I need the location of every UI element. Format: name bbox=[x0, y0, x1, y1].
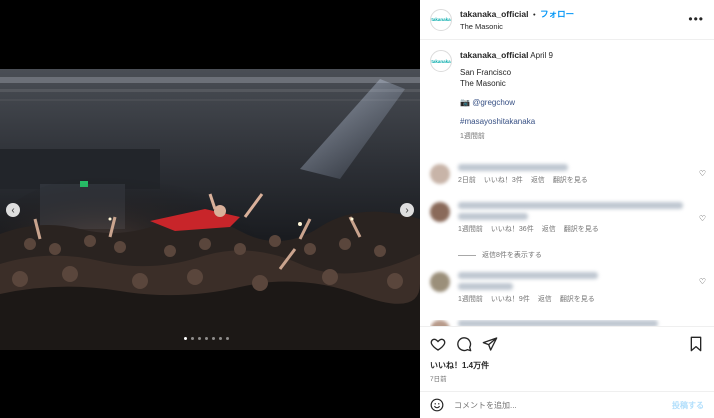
comment-likes[interactable]: いいね！36件 bbox=[491, 224, 534, 234]
comment-meta: 1週間前 いいね！9件 返信 翻訳を見る bbox=[458, 294, 688, 304]
comment-text-blurred bbox=[458, 272, 598, 279]
comment-meta: 1週間前 いいね！36件 返信 翻訳を見る bbox=[458, 224, 688, 234]
reply-button[interactable]: 返信 bbox=[542, 224, 556, 234]
comment-age: 1週間前 bbox=[458, 296, 483, 303]
share-icon[interactable] bbox=[482, 336, 498, 352]
camera-icon: 📷 bbox=[460, 98, 470, 107]
more-options-icon[interactable]: ••• bbox=[688, 12, 704, 26]
comment-text-blurred bbox=[458, 164, 568, 171]
comment-input[interactable] bbox=[452, 399, 656, 411]
carousel-dot bbox=[226, 337, 229, 340]
comment-item: 1週間前 いいね！36件 返信 翻訳を見る ♡ bbox=[430, 202, 706, 234]
credit-mention-link[interactable]: @gregchow bbox=[472, 98, 515, 107]
carousel-next-button[interactable]: › bbox=[400, 203, 414, 217]
view-replies-label: 返信8件を表示する bbox=[482, 252, 542, 259]
heart-icon[interactable] bbox=[430, 336, 446, 352]
carousel-dot bbox=[219, 337, 222, 340]
avatar-logo-text: takanaka bbox=[431, 17, 451, 22]
caption-date: April 9 bbox=[530, 51, 553, 60]
view-replies-button[interactable]: 返信8件を表示する bbox=[458, 250, 542, 260]
post-side-panel: takanaka takanaka_official • フォロー The Ma… bbox=[420, 0, 714, 418]
replies-line bbox=[458, 254, 476, 256]
caption-line-1: San Francisco bbox=[460, 68, 512, 77]
translate-button[interactable]: 翻訳を見る bbox=[564, 224, 599, 234]
caption-avatar[interactable]: takanaka bbox=[430, 50, 452, 72]
header-names: takanaka_official • フォロー The Masonic bbox=[460, 7, 574, 33]
carousel-dot bbox=[198, 337, 201, 340]
comment-box: 投稿する bbox=[420, 391, 714, 418]
comment-item: 1週間前 いいね！9件 返信 翻訳を見る ♡ bbox=[430, 272, 706, 304]
hashtag-link[interactable]: #masayoshitakanaka bbox=[460, 116, 553, 127]
commenter-avatar[interactable] bbox=[430, 272, 450, 292]
post-comment-button[interactable]: 投稿する bbox=[672, 400, 704, 411]
separator-dot: • bbox=[532, 9, 536, 19]
comment-age: 2日前 bbox=[458, 177, 476, 184]
concert-photo bbox=[0, 69, 420, 350]
avatar-logo-text: takanaka bbox=[431, 58, 451, 64]
caption-age: 1週間前 bbox=[460, 133, 485, 140]
smiley-icon[interactable] bbox=[430, 398, 444, 412]
comment-text-blurred bbox=[458, 283, 513, 290]
comment-like-heart-icon[interactable]: ♡ bbox=[699, 169, 706, 178]
comment-icon[interactable] bbox=[456, 336, 472, 352]
caption-body: takanaka_official April 9 San Francisco … bbox=[460, 50, 553, 142]
post-header: takanaka takanaka_official • フォロー The Ma… bbox=[420, 0, 714, 40]
location-link[interactable]: The Masonic bbox=[460, 21, 574, 33]
commenter-avatar[interactable] bbox=[430, 164, 450, 184]
translate-button[interactable]: 翻訳を見る bbox=[560, 294, 595, 304]
comment-age: 1週間前 bbox=[458, 226, 483, 233]
commenter-avatar[interactable] bbox=[430, 202, 450, 222]
carousel-dot bbox=[205, 337, 208, 340]
reply-button[interactable]: 返信 bbox=[531, 175, 545, 185]
comment-text-blurred bbox=[458, 202, 683, 209]
comment-likes[interactable]: いいね！3件 bbox=[484, 175, 523, 185]
reply-button[interactable]: 返信 bbox=[538, 294, 552, 304]
comment-meta: 2日前 いいね！3件 返信 翻訳を見る bbox=[458, 175, 688, 185]
author-username[interactable]: takanaka_official bbox=[460, 9, 529, 19]
carousel-indicator bbox=[184, 337, 229, 340]
comment-text-blurred bbox=[458, 213, 528, 220]
like-count[interactable]: いいね！1.4万件 bbox=[430, 360, 489, 371]
carousel-prev-button[interactable]: ‹ bbox=[6, 203, 20, 217]
comment-like-heart-icon[interactable]: ♡ bbox=[699, 214, 706, 223]
instagram-post-modal: ‹ › takanaka takanaka_official • フォロー Th… bbox=[0, 0, 714, 418]
avatar[interactable]: takanaka bbox=[430, 8, 452, 31]
comment-likes[interactable]: いいね！9件 bbox=[491, 294, 530, 304]
carousel-dot bbox=[191, 337, 194, 340]
bookmark-icon[interactable] bbox=[688, 336, 704, 352]
carousel-dot bbox=[184, 337, 187, 340]
post-media: ‹ › bbox=[0, 0, 420, 418]
post-age: 7日前 bbox=[430, 376, 447, 383]
action-bar bbox=[420, 326, 714, 363]
follow-button[interactable]: フォロー bbox=[540, 9, 574, 19]
caption-line-2: The Masonic bbox=[460, 79, 506, 88]
carousel-dot bbox=[212, 337, 215, 340]
comment-item: 2日前 いいね！3件 返信 翻訳を見る ♡ bbox=[430, 164, 706, 185]
translate-button[interactable]: 翻訳を見る bbox=[553, 175, 588, 185]
caption: takanaka takanaka_official April 9 San F… bbox=[430, 50, 700, 142]
caption-username[interactable]: takanaka_official bbox=[460, 50, 529, 60]
comment-like-heart-icon[interactable]: ♡ bbox=[699, 277, 706, 286]
